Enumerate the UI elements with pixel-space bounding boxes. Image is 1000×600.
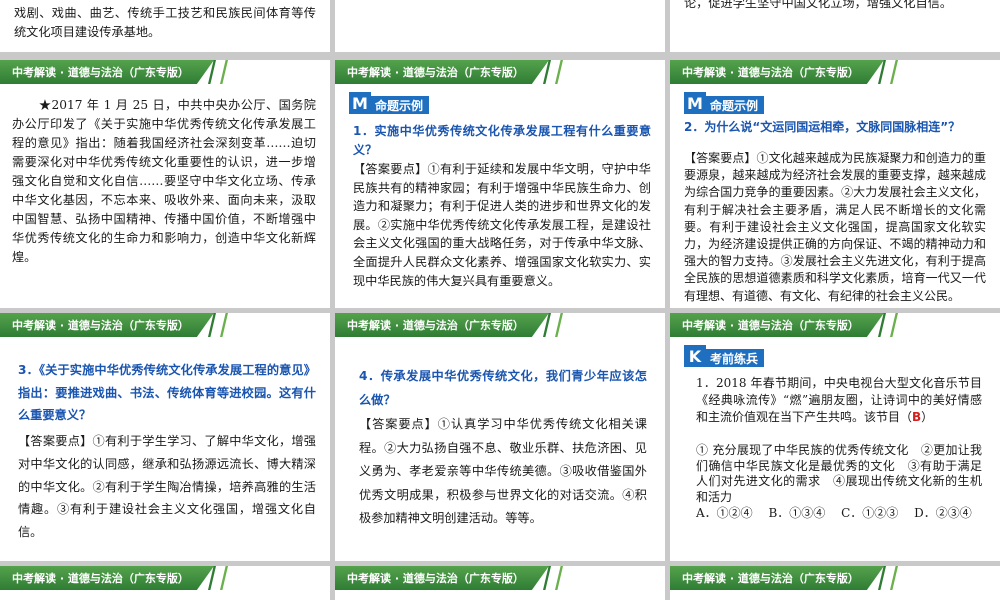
header-banner: 中考解读 · 道德与法治（广东专版） <box>670 60 902 84</box>
tag-label: 命题示例 <box>371 96 430 114</box>
header-banner: 中考解读 · 道德与法治（广东专版） <box>335 313 567 337</box>
banner-title: 中考解读 · 道德与法治（广东专版） <box>12 66 189 79</box>
slide-top-left: 校园统民族民间音乐、民族民间美术、民族民间舞蹈、戏剧、戏曲、曲艺、传统手工技艺和… <box>0 0 330 52</box>
answer-text: 【答案要点】①文化越来越成为民族凝聚力和创造力的重要源泉，越来越成为经济社会发展… <box>684 151 986 303</box>
tag-label: 考前练兵 <box>706 349 765 367</box>
answer-text: 【答案要点】①认真学习中华优秀传统文化相关课程。②大力弘扬自强不息、敬业乐群、扶… <box>359 417 647 525</box>
slide-top-right: 论，促进学生坚守中国文化立场，增强文化自信。 <box>670 0 1000 52</box>
header-banner: 中考解读 · 道德与法治（广东专版） <box>335 566 567 590</box>
question-text: 3．《关于实施中华优秀传统文化传承发展工程的意见》指出：要推进戏曲、书法、传统体… <box>18 363 316 422</box>
banner-title: 中考解读 · 道德与法治（广东专版） <box>682 572 859 585</box>
section-tag: K 考前练兵 <box>684 345 765 367</box>
slide-text: 论，促进学生坚守中国文化立场，增强文化自信。 <box>684 0 953 10</box>
banner-title: 中考解读 · 道德与法治（广东专版） <box>12 319 189 332</box>
tag-label: 命题示例 <box>706 96 765 114</box>
header-banner: 中考解读 · 道德与法治（广东专版） <box>0 566 232 590</box>
tag-letter: M <box>684 92 706 114</box>
slide-bottom-left: 中考解读 · 道德与法治（广东专版） <box>0 566 330 600</box>
tag-letter: K <box>684 345 706 367</box>
banner-title: 中考解读 · 道德与法治（广东专版） <box>12 572 189 585</box>
slide-intro: 中考解读 · 道德与法治（广东专版） ★2017 年 1 月 25 日，中共中央… <box>0 60 330 308</box>
slide-practice: 中考解读 · 道德与法治（广东专版） K 考前练兵 1．2018 年春节期间，中… <box>670 313 1000 561</box>
slide-question-2: 中考解读 · 道德与法治（广东专版） M 命题示例 2．为什么说“文运同国运相牵… <box>670 60 1000 308</box>
banner-title: 中考解读 · 道德与法治（广东专版） <box>682 319 859 332</box>
slide-bottom-middle: 中考解读 · 道德与法治（广东专版） <box>335 566 665 600</box>
slide-text: 校园统民族民间音乐、民族民间美术、民族民间舞蹈、戏剧、戏曲、曲艺、传统手工技艺和… <box>14 5 316 40</box>
header-banner: 中考解读 · 道德与法治（广东专版） <box>670 566 902 590</box>
section-tag: M 命题示例 <box>684 92 765 114</box>
slide-top-middle <box>335 0 665 52</box>
banner-title: 中考解读 · 道德与法治（广东专版） <box>347 66 524 79</box>
slide-question-4: 中考解读 · 道德与法治（广东专版） 4．传承发展中华优秀传统文化，我们青少年应… <box>335 313 665 561</box>
question-text: 1．实施中华优秀传统文化传承发展工程有什么重要意义？ <box>353 124 651 157</box>
slide-bottom-right: 中考解读 · 道德与法治（广东专版） <box>670 566 1000 600</box>
banner-title: 中考解读 · 道德与法治（广东专版） <box>347 319 524 332</box>
stem-after: ） <box>921 410 934 425</box>
banner-title: 中考解读 · 道德与法治（广东专版） <box>347 572 524 585</box>
slide-question-1: 中考解读 · 道德与法治（广东专版） M 命题示例 1．实施中华优秀传统文化传承… <box>335 60 665 308</box>
header-banner: 中考解读 · 道德与法治（广东专版） <box>0 313 232 337</box>
answer-text: 【答案要点】①有利于延续和发展中华文明，守护中华民族共有的精神家园；有利于增强中… <box>353 162 651 288</box>
header-banner: 中考解读 · 道德与法治（广东专版） <box>0 60 232 84</box>
question-text: 2．为什么说“文运同国运相牵，文脉同国脉相连”？ <box>684 120 961 134</box>
statements-text: ① 充分展现了中华民族的优秀传统文化 ②更加让我们确信中华民族文化是最优秀的文化… <box>696 443 982 504</box>
section-tag: M 命题示例 <box>349 92 430 114</box>
question-text: 4．传承发展中华优秀传统文化，我们青少年应该怎么做？ <box>359 369 647 407</box>
options-text: A．①②④ B．①③④ C．①②③ D．②③④ <box>696 506 972 520</box>
intro-paragraph: ★2017 年 1 月 25 日，中共中央办公厅、国务院办公厅印发了《关于实施中… <box>12 98 316 264</box>
question-stem: 1．2018 年春节期间，中央电视台大型文化音乐节目《经典咏流传》“燃”遍朋友圈… <box>696 375 982 427</box>
answer-letter: B <box>912 410 922 425</box>
header-banner: 中考解读 · 道德与法治（广东专版） <box>670 313 902 337</box>
answer-text: 【答案要点】①有利于学生学习、了解中华文化，增强对中华文化的认同感，继承和弘扬源… <box>18 434 316 540</box>
slide-question-3: 中考解读 · 道德与法治（广东专版） 3．《关于实施中华优秀传统文化传承发展工程… <box>0 313 330 561</box>
banner-title: 中考解读 · 道德与法治（广东专版） <box>682 66 859 79</box>
stem-before: 1．2018 年春节期间，中央电视台大型文化音乐节目《经典咏流传》“燃”遍朋友圈… <box>696 376 982 425</box>
tag-letter: M <box>349 92 371 114</box>
header-banner: 中考解读 · 道德与法治（广东专版） <box>335 60 567 84</box>
